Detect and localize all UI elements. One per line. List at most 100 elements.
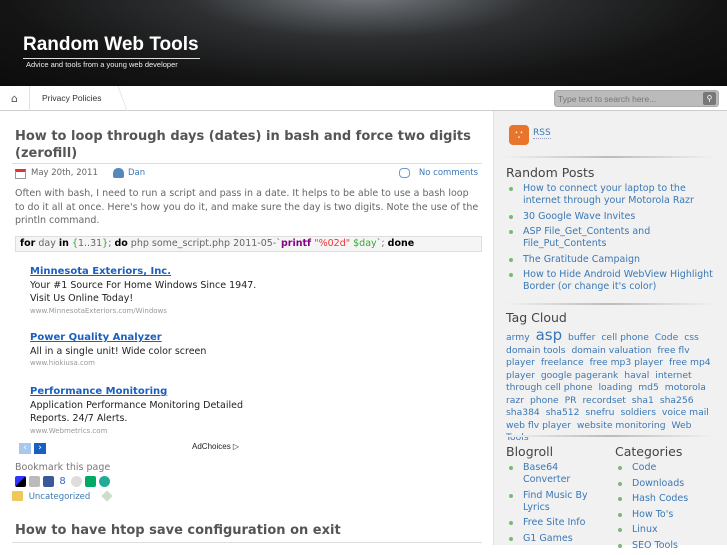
list-item: How To's (615, 509, 715, 521)
tag-link[interactable]: sha256 (660, 395, 694, 406)
ad-title[interactable]: Power Quality Analyzer (30, 332, 162, 343)
reddit-icon[interactable] (71, 476, 82, 487)
sidebar-link[interactable]: How to Hide Android WebView Highlight Bo… (523, 269, 713, 292)
tag-link[interactable]: md5 (638, 382, 659, 393)
search-input[interactable] (555, 91, 700, 106)
tag-link[interactable]: Code (655, 332, 679, 343)
digg-icon[interactable] (29, 476, 40, 487)
sidebar-link[interactable]: SEO Tools (632, 540, 678, 551)
adchoices-link[interactable]: AdChoices ▷ (192, 442, 239, 451)
sidebar-link[interactable]: G1 Games (523, 533, 573, 544)
sidebar-link[interactable]: How To's (632, 509, 673, 520)
ad-url[interactable]: www.Webmetrics.com (30, 426, 260, 436)
rss-link[interactable]: RSS (533, 128, 551, 139)
facebook-icon[interactable] (43, 476, 54, 487)
chevron-right-icon[interactable]: › (34, 443, 46, 454)
sidebar-link[interactable]: Code (632, 462, 656, 473)
tag-link[interactable]: haval (624, 370, 649, 381)
divider (504, 303, 714, 305)
tag-link[interactable]: PR (565, 395, 577, 406)
list-item: How to Hide Android WebView Highlight Bo… (506, 269, 721, 293)
tag-link[interactable]: css (684, 332, 699, 343)
tag-cloud: army asp buffer cell phone Code css doma… (506, 326, 716, 445)
list-item: Base64 Converter (506, 462, 606, 486)
tag-link[interactable]: domain valuation (571, 345, 651, 356)
ad-title[interactable]: Minnesota Exteriors, Inc. (30, 266, 171, 277)
search-icon[interactable]: ⚲ (703, 92, 716, 105)
delicious-icon[interactable] (15, 476, 26, 487)
site-tagline: Advice and tools from a young web develo… (26, 60, 178, 69)
code-token: day (35, 238, 59, 249)
post-date: May 20th, 2011 (31, 168, 98, 178)
tag-link[interactable]: soldiers (620, 407, 656, 418)
code-token: "%02d" (314, 238, 351, 249)
nav-separator (108, 86, 128, 111)
sidebar-link[interactable]: 30 Google Wave Invites (523, 211, 635, 222)
post-title[interactable]: How to loop through days (dates) in bash… (15, 128, 475, 162)
sidebar-link[interactable]: ASP File_Get_Contents and File_Put_Conte… (523, 226, 650, 249)
sidebar-link[interactable]: Downloads (632, 478, 684, 489)
tag-link[interactable]: sha384 (506, 407, 540, 418)
ad-text: Your #1 Source For Home Windows Since 19… (30, 279, 257, 305)
ad-text: Application Performance Monitoring Detai… (30, 399, 244, 425)
tag-link[interactable]: snefru (585, 407, 614, 418)
ad-title[interactable]: Performance Monitoring (30, 386, 167, 397)
ad-url[interactable]: www.hiokiusa.com (30, 358, 260, 368)
code-token: printf (280, 238, 312, 249)
home-icon[interactable]: ⌂ (0, 86, 30, 111)
category-link[interactable]: Uncategorized (29, 492, 91, 502)
tag-link[interactable]: web flv player (506, 420, 571, 431)
list-item: G1 Games (506, 533, 606, 545)
nav-item-privacy-policies[interactable]: Privacy Policies (42, 93, 102, 103)
ad-item: Performance Monitoring Application Perfo… (30, 385, 260, 436)
adchoices-icon: ▷ (232, 442, 240, 451)
list-item: Hash Codes (615, 493, 715, 505)
post-title[interactable]: How to have htop save configuration on e… (15, 522, 475, 539)
rss-icon[interactable]: ∵ (509, 125, 529, 145)
blogroll-heading: Blogroll (506, 444, 554, 459)
tag-link[interactable]: google pagerank (541, 370, 619, 381)
ad-url[interactable]: www.MinnesotaExteriors.com/Windows (30, 306, 260, 316)
ad-item: Minnesota Exteriors, Inc. Your #1 Source… (30, 265, 260, 316)
categories-list: Code Downloads Hash Codes How To's Linux SEO … (615, 462, 715, 555)
tag-link[interactable]: buffer (568, 332, 595, 343)
bookmark-icons: 8 (15, 476, 110, 487)
sidebar-link[interactable]: How to connect your laptop to the intern… (523, 183, 694, 206)
stumbleupon-icon[interactable] (99, 476, 110, 487)
tag-link[interactable]: recordset (582, 395, 625, 406)
tag-link[interactable]: domain tools (506, 345, 566, 356)
author-icon (113, 168, 124, 178)
sidebar-link[interactable]: Base64 Converter (523, 462, 570, 485)
code-token: `; (376, 238, 388, 249)
tag-link[interactable]: asp (536, 326, 563, 344)
sidebar-link[interactable]: The Gratitude Campaign (523, 254, 640, 265)
code-token: do (114, 238, 128, 249)
tag-link[interactable]: cell phone (601, 332, 648, 343)
sidebar-link[interactable]: Free Site Info (523, 517, 585, 528)
code-token: in (58, 238, 69, 249)
tag-link[interactable]: phone (530, 395, 559, 406)
post-author[interactable]: Dan (128, 168, 145, 178)
sidebar-link[interactable]: Hash Codes (632, 493, 688, 504)
tag-link[interactable]: army (506, 332, 530, 343)
code-token: 1..31 (77, 238, 103, 249)
sidebar-link[interactable]: Linux (632, 524, 658, 535)
sidebar-link[interactable]: Find Music By Lyrics (523, 490, 588, 513)
comments-link[interactable]: No comments (419, 168, 478, 178)
code-token: for (20, 238, 36, 249)
tag-link[interactable]: voice mail (662, 407, 709, 418)
categories-heading: Categories (615, 444, 683, 459)
site-title[interactable]: Random Web Tools (23, 34, 199, 56)
technorati-icon[interactable] (85, 476, 96, 487)
google-icon[interactable]: 8 (57, 476, 68, 487)
list-item: Downloads (615, 478, 715, 490)
search-box: ⚲ (554, 90, 719, 107)
tag-link[interactable]: website monitoring (577, 420, 666, 431)
tag-link[interactable]: sha512 (546, 407, 580, 418)
tag-link[interactable]: free mp3 player (590, 357, 663, 368)
tag-link[interactable]: loading (598, 382, 632, 393)
list-item: ASP File_Get_Contents and File_Put_Conte… (506, 226, 721, 250)
tag-link[interactable]: freelance (541, 357, 584, 368)
tag-link[interactable]: sha1 (632, 395, 654, 406)
chevron-left-icon[interactable]: ‹ (19, 443, 31, 454)
